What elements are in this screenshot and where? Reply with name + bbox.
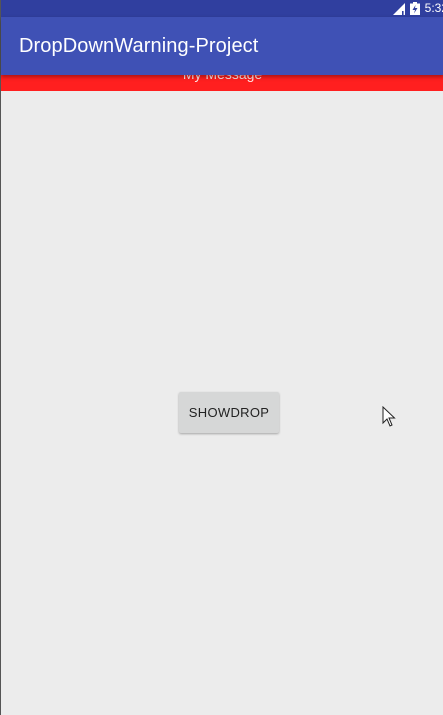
screen: 5:32 DropDownWarning-Project My Message …	[0, 0, 443, 715]
app-title: DropDownWarning-Project	[19, 35, 259, 57]
mouse-cursor-icon	[382, 406, 396, 427]
app-bar: DropDownWarning-Project	[1, 17, 443, 75]
signal-icon	[392, 2, 405, 15]
battery-icon	[409, 2, 420, 15]
status-bar: 5:32	[1, 0, 443, 17]
status-icons: 5:32	[392, 0, 443, 17]
show-drop-button[interactable]: SHOWDROP	[179, 392, 279, 433]
status-clock: 5:32	[424, 1, 443, 15]
